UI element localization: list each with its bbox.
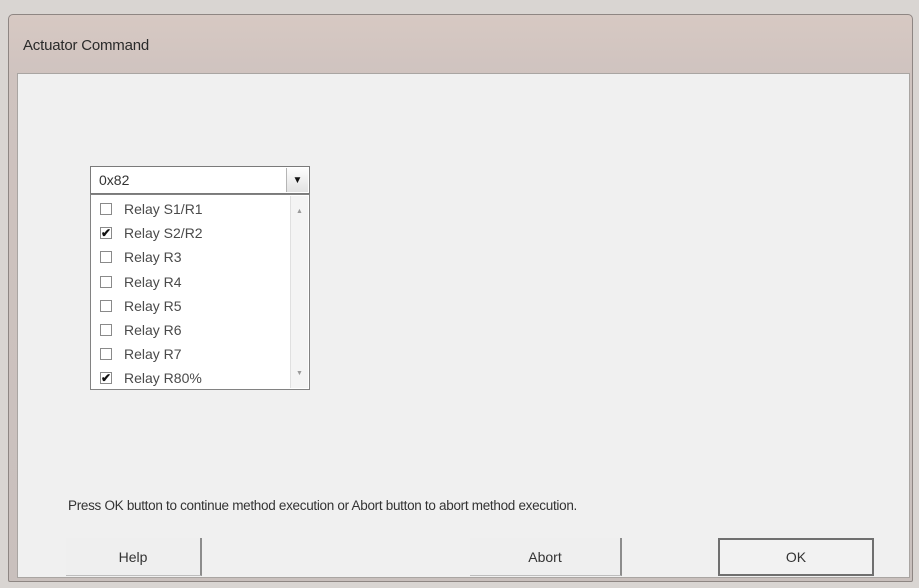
relay-label: Relay S1/R1 — [124, 201, 203, 218]
list-item[interactable]: ✔ Relay S2/R2 — [91, 221, 291, 245]
window-title: Actuator Command — [23, 37, 150, 54]
list-item[interactable]: ✔ Relay R80% — [91, 366, 291, 390]
dialog-body: 0x82 ▼ Relay S1/R1 ✔ Relay S2/R2 Relay R3 Re… — [17, 73, 910, 578]
relay-label: Relay R6 — [124, 322, 182, 339]
checkmark-icon: ✔ — [100, 226, 112, 241]
list-item[interactable]: Relay R6 — [91, 318, 291, 342]
value-combobox[interactable]: 0x82 ▼ — [90, 166, 310, 194]
scroll-up-icon[interactable]: ▲ — [291, 204, 308, 218]
dialog-window: Actuator Command 0x82 ▼ Relay S1/R1 ✔ Rela… — [8, 14, 913, 582]
relay-checkbox[interactable] — [100, 203, 112, 216]
chevron-down-icon: ▼ — [292, 174, 303, 186]
list-scrollbar[interactable]: ▲ ▼ — [290, 196, 308, 388]
relay-checkbox[interactable]: ✔ — [100, 371, 112, 386]
relay-label: Relay R7 — [124, 346, 182, 363]
list-item[interactable]: Relay S1/R1 — [91, 197, 291, 221]
relay-checkbox[interactable] — [100, 251, 112, 264]
scroll-down-icon[interactable]: ▼ — [291, 366, 308, 380]
relay-checkbox[interactable] — [100, 324, 112, 337]
list-item[interactable]: Relay R3 — [91, 245, 291, 269]
relay-label: Relay R3 — [124, 249, 182, 266]
relay-checkbox[interactable] — [100, 348, 112, 361]
list-item[interactable]: Relay R4 — [91, 270, 291, 294]
list-item[interactable]: Relay R5 — [91, 294, 291, 318]
relay-listbox[interactable]: Relay S1/R1 ✔ Relay S2/R2 Relay R3 Relay R4 R… — [90, 194, 310, 390]
dropdown-button[interactable]: ▼ — [286, 168, 308, 192]
abort-button[interactable]: Abort — [470, 538, 622, 576]
relay-label: Relay S2/R2 — [124, 225, 203, 242]
relay-checkbox[interactable]: ✔ — [100, 226, 112, 241]
relay-label: Relay R80% — [124, 370, 202, 387]
checkmark-icon: ✔ — [100, 371, 112, 386]
ok-button[interactable]: OK — [718, 538, 874, 576]
relay-label: Relay R4 — [124, 273, 182, 290]
list-item[interactable]: Relay R7 — [91, 342, 291, 366]
relay-checkbox[interactable] — [100, 275, 112, 288]
relay-checkbox[interactable] — [100, 299, 112, 312]
relay-label: Relay R5 — [124, 297, 182, 314]
combobox-value: 0x82 — [99, 172, 130, 188]
instruction-text: Press OK button to continue method execu… — [68, 498, 577, 513]
title-bar[interactable]: Actuator Command — [9, 15, 912, 71]
help-button[interactable]: Help — [66, 538, 202, 576]
relay-list: Relay S1/R1 ✔ Relay S2/R2 Relay R3 Relay R4 R… — [91, 197, 291, 391]
